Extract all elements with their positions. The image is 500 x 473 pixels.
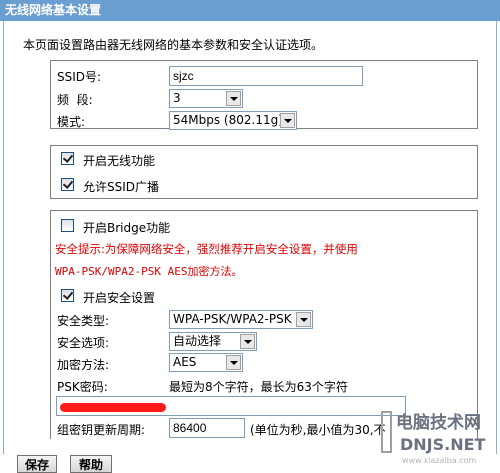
basic-settings-box: SSID号: 频 段: 3 模式: 54Mbps (802.11g) [50,60,478,130]
security-enable-checkbox[interactable] [61,289,74,302]
chevron-down-icon [226,91,241,106]
security-tip-line2: WPA-PSK/WPA2-PSK AES加密方法。 [55,265,243,278]
security-tip-line1: 安全提示:为保障网络安全，强烈推荐开启安全设置，并使用 [55,242,358,256]
channel-value: 3 [173,91,181,105]
security-option-select[interactable]: 自动选择 [169,332,257,351]
watermark-line2: DNJS.NET [400,435,486,454]
bridge-checkbox[interactable] [61,219,74,232]
ssid-label: SSID号: [57,70,102,84]
security-box: 开启Bridge功能 安全提示:为保障网络安全，强烈推荐开启安全设置，并使用 W… [50,210,478,439]
chevron-down-icon [296,312,311,327]
security-option-label: 安全选项: [57,336,110,350]
rekey-label: 组密钥更新周期: [57,423,146,437]
watermark-logo: 电脑技术网 DNJS.NET www.xiazaiba.com [380,406,498,466]
security-enable-label: 开启安全设置 [83,291,156,305]
ssid-broadcast-label: 允许SSID广播 [83,180,160,194]
encryption-value: AES [173,355,197,369]
wireless-enable-checkbox[interactable] [61,152,74,165]
security-type-select[interactable]: WPA-PSK/WPA2-PSK [169,310,313,329]
mode-select[interactable]: 54Mbps (802.11g) [169,111,297,130]
watermark-line1: 电脑技术网 [396,412,481,433]
help-button[interactable]: 帮助 [70,455,112,473]
watermark-line3: www.xiazaiba.com [402,456,476,465]
security-option-value: 自动选择 [173,334,222,348]
ssid-broadcast-checkbox[interactable] [61,178,74,191]
psk-password-input[interactable] [56,396,406,416]
chevron-down-icon [280,113,295,128]
security-type-value: WPA-PSK/WPA2-PSK [173,312,292,326]
security-type-label: 安全类型: [57,314,110,328]
chevron-down-icon [226,355,241,370]
rekey-input[interactable] [169,418,245,438]
save-button[interactable]: 保存 [17,455,57,473]
left-border [3,21,4,454]
encryption-select[interactable]: AES [169,353,243,372]
psk-hint: 最短为8个字符，最长为63个字符 [169,380,348,394]
rekey-hint: (单位为秒,最小值为30,不 [250,423,386,437]
channel-label: 频 段: [57,93,93,107]
psk-label: PSK密码: [57,380,108,394]
bridge-label: 开启Bridge功能 [83,221,171,235]
window-title: 无线网络基本设置 [0,0,500,21]
channel-select[interactable]: 3 [169,89,243,108]
redaction-mark [60,403,166,412]
mode-label: 模式: [57,115,86,129]
mode-value: 54Mbps (802.11g) [173,113,283,127]
wireless-enable-label: 开启无线功能 [83,154,156,168]
encryption-label: 加密方法: [57,358,110,372]
chevron-down-icon [240,334,255,349]
wireless-box: 开启无线功能 允许SSID广播 [50,145,478,199]
right-border [496,21,497,454]
ssid-input[interactable] [169,66,363,86]
page-description: 本页面设置路由器无线网络的基本参数和安全认证选项。 [23,38,324,52]
